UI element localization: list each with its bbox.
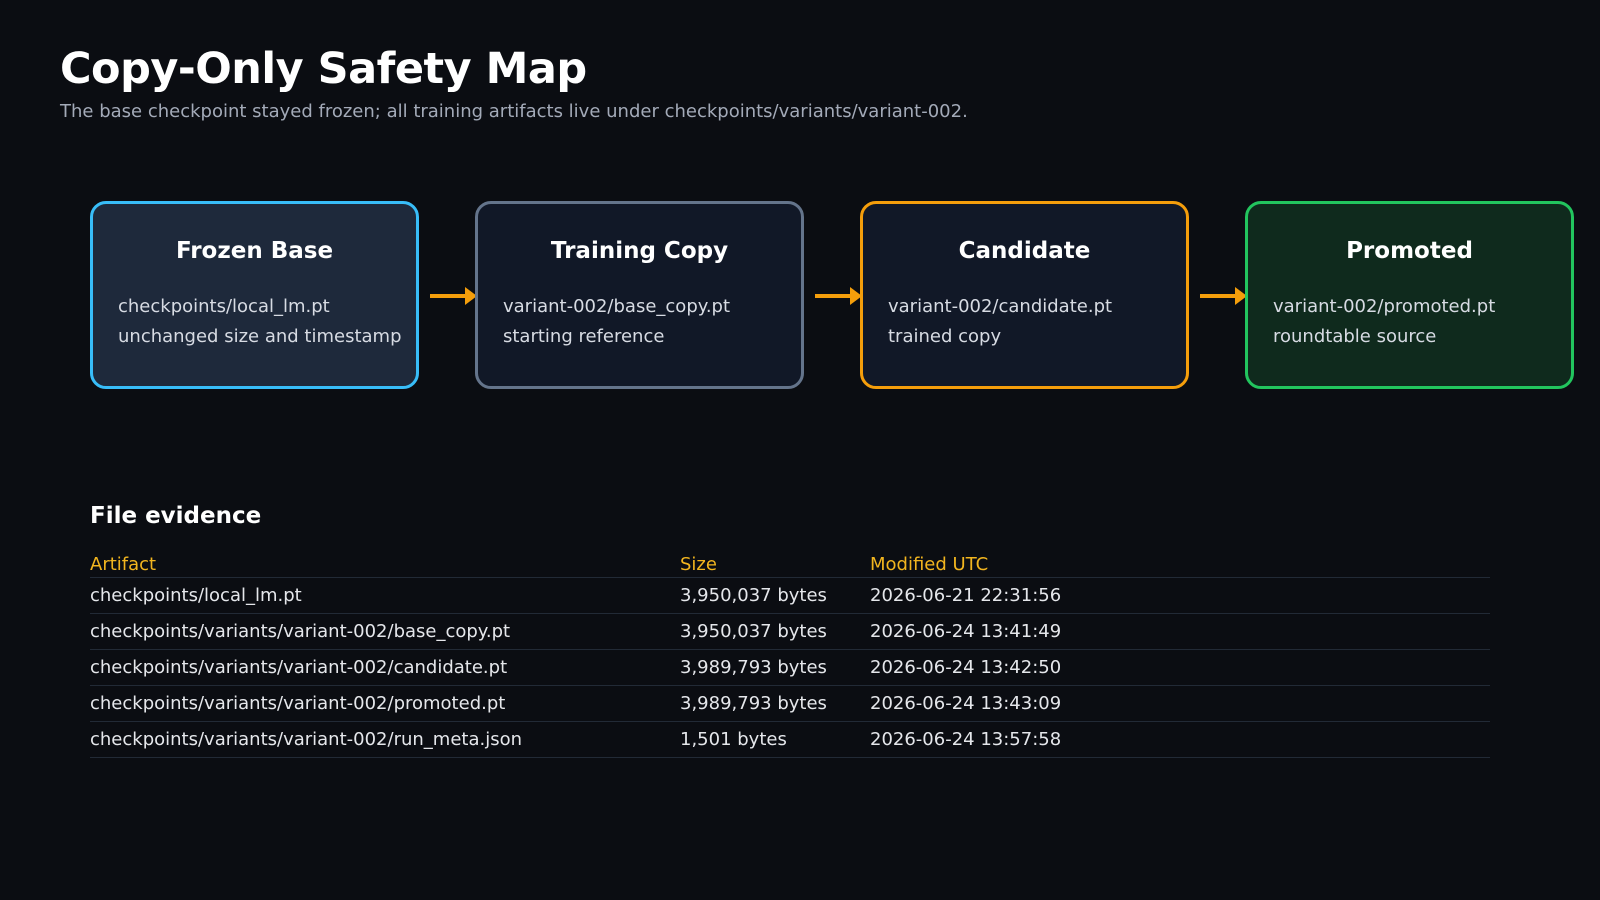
size-cell: 3,950,037 bytes: [680, 577, 870, 614]
stage-note: unchanged size and timestamp: [118, 326, 402, 347]
flow-arrow: [815, 287, 862, 305]
stage-title: Promoted: [1346, 238, 1473, 264]
modified-cell: 2026-06-21 22:31:56: [870, 577, 1490, 614]
stage-title: Candidate: [958, 238, 1091, 264]
modified-cell: 2026-06-24 13:57:58: [870, 721, 1490, 758]
table-header-row: Artifact Size Modified UTC: [90, 552, 1490, 578]
size-cell: 3,989,793 bytes: [680, 685, 870, 722]
artifact-cell: checkpoints/variants/variant-002/promote…: [90, 685, 680, 722]
file-evidence-table: Artifact Size Modified UTC checkpoints/l…: [90, 552, 1490, 758]
flow-arrow: [1200, 287, 1247, 305]
size-cell: 3,989,793 bytes: [680, 649, 870, 686]
modified-cell: 2026-06-24 13:43:09: [870, 685, 1490, 722]
artifact-cell: checkpoints/variants/variant-002/candida…: [90, 649, 680, 686]
stage-title: Frozen Base: [175, 238, 334, 264]
stage-note: roundtable source: [1273, 326, 1437, 347]
stage-note: trained copy: [888, 326, 1002, 347]
size-cell: 3,950,037 bytes: [680, 613, 870, 650]
table-row: checkpoints/variants/variant-002/run_met…: [90, 721, 1490, 758]
artifact-cell: checkpoints/local_lm.pt: [90, 577, 680, 614]
page-title: Copy-Only Safety Map: [60, 44, 587, 94]
stage-path: variant-002/candidate.pt: [888, 296, 1113, 317]
modified-cell: 2026-06-24 13:42:50: [870, 649, 1490, 686]
stage-frozen-base: Frozen Base checkpoints/local_lm.pt unch…: [90, 201, 419, 389]
stage-promoted: Promoted variant-002/promoted.pt roundta…: [1245, 201, 1574, 389]
stage-path: checkpoints/local_lm.pt: [118, 296, 330, 317]
stage-path: variant-002/base_copy.pt: [503, 296, 731, 317]
stage-path: variant-002/promoted.pt: [1273, 296, 1496, 317]
column-header-size: Size: [680, 552, 870, 578]
column-header-artifact: Artifact: [90, 552, 680, 578]
table-row: checkpoints/variants/variant-002/base_co…: [90, 613, 1490, 650]
flow-arrow: [430, 287, 477, 305]
table-row: checkpoints/variants/variant-002/promote…: [90, 685, 1490, 722]
stage-title: Training Copy: [550, 238, 729, 264]
stage-training-copy: Training Copy variant-002/base_copy.pt s…: [475, 201, 804, 389]
table-row: checkpoints/local_lm.pt 3,950,037 bytes …: [90, 577, 1490, 614]
page-subtitle: The base checkpoint stayed frozen; all t…: [60, 101, 968, 122]
artifact-cell: checkpoints/variants/variant-002/run_met…: [90, 721, 680, 758]
modified-cell: 2026-06-24 13:41:49: [870, 613, 1490, 650]
stage-candidate: Candidate variant-002/candidate.pt train…: [860, 201, 1189, 389]
size-cell: 1,501 bytes: [680, 721, 870, 758]
file-evidence-heading: File evidence: [90, 503, 262, 529]
table-row: checkpoints/variants/variant-002/candida…: [90, 649, 1490, 686]
artifact-cell: checkpoints/variants/variant-002/base_co…: [90, 613, 680, 650]
stage-note: starting reference: [503, 326, 665, 347]
column-header-modified: Modified UTC: [870, 552, 1490, 578]
